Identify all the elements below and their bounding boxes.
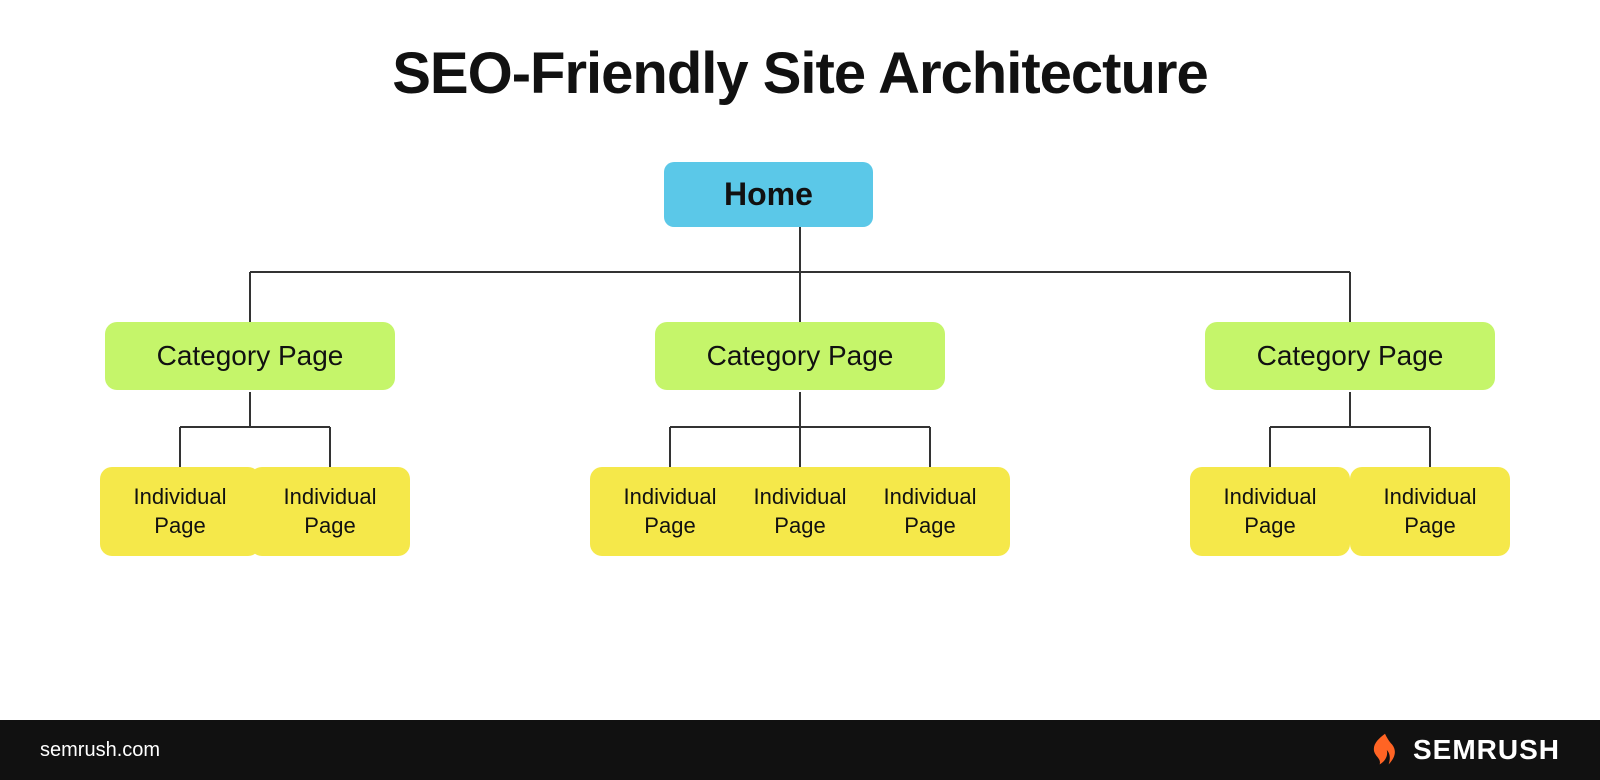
individual-node-1-1: IndividualPage [100,467,260,556]
individual-node-3-2: IndividualPage [1350,467,1510,556]
category-node-3: Category Page [1205,322,1495,390]
footer: semrush.com SEMRUSH [0,720,1600,780]
tree-diagram: Home Category Page Category Page Categor… [50,157,1550,597]
home-node: Home [664,162,873,227]
page-title: SEO-Friendly Site Architecture [392,40,1208,107]
footer-brand-text: SEMRUSH [1413,734,1560,766]
footer-brand: SEMRUSH [1367,732,1560,768]
category-node-1: Category Page [105,322,395,390]
individual-node-2-3: IndividualPage [850,467,1010,556]
footer-domain: semrush.com [40,739,160,762]
individual-node-3-1: IndividualPage [1190,467,1350,556]
individual-node-1-2: IndividualPage [250,467,410,556]
semrush-icon [1367,732,1403,768]
main-content: SEO-Friendly Site Architecture [0,0,1600,720]
category-node-2: Category Page [655,322,945,390]
